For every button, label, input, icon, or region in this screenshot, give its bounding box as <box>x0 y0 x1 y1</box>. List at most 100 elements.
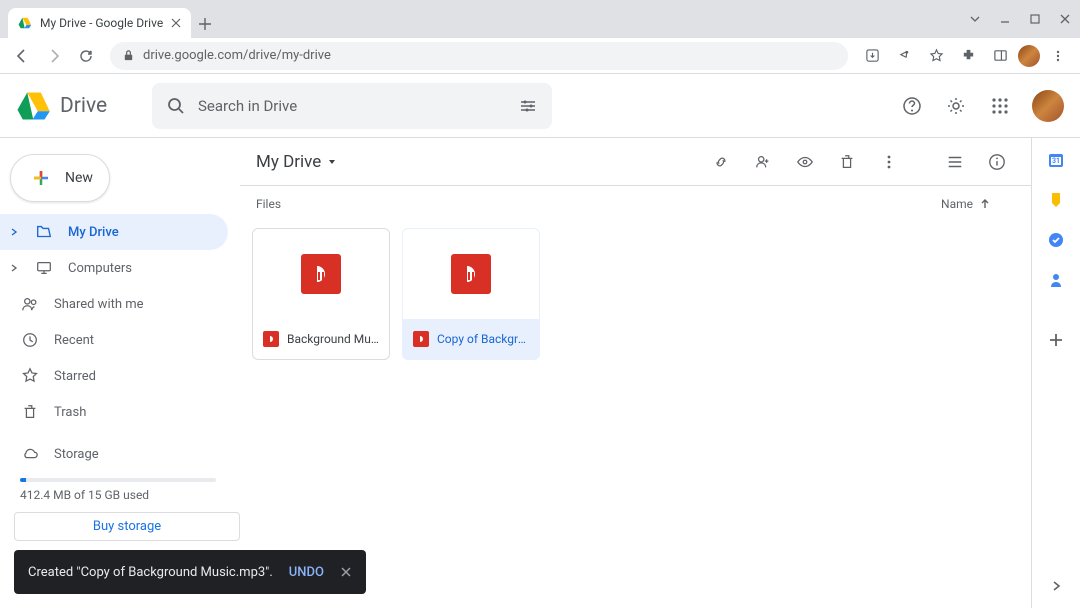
minimize-icon[interactable] <box>990 0 1020 38</box>
calendar-icon[interactable]: 31 <box>1046 150 1066 170</box>
bookmark-icon[interactable] <box>922 42 950 70</box>
plus-icon <box>29 166 53 190</box>
cloud-icon <box>20 444 40 464</box>
nav-label: My Drive <box>68 225 216 240</box>
toast: Created "Copy of Background Music.mp3". … <box>14 550 366 594</box>
back-button[interactable] <box>8 42 36 70</box>
contacts-icon[interactable] <box>1046 270 1066 290</box>
my-drive-icon <box>34 222 54 242</box>
maximize-icon[interactable] <box>1020 0 1050 38</box>
files-heading: Files <box>256 197 941 211</box>
nav-label: Starred <box>54 369 216 384</box>
toast-close-icon[interactable] <box>340 566 352 578</box>
drive-logo-icon <box>16 88 52 124</box>
files-grid: Background Music.mp3 Copy of Background … <box>240 222 1031 366</box>
drive-logo-area[interactable]: Drive <box>16 88 146 124</box>
get-link-icon[interactable] <box>703 144 739 180</box>
browser-profile-avatar[interactable] <box>1018 45 1040 67</box>
account-avatar[interactable] <box>1032 90 1064 122</box>
help-icon[interactable] <box>894 88 930 124</box>
forward-button[interactable] <box>40 42 68 70</box>
browser-address-bar: drive.google.com/drive/my-drive <box>0 38 1080 74</box>
sidebar-item-computers[interactable]: Computers <box>0 250 228 286</box>
lock-icon <box>122 49 135 62</box>
sidebar-item-shared[interactable]: Shared with me <box>0 286 228 322</box>
arrow-up-icon <box>979 198 991 210</box>
list-view-icon[interactable] <box>937 144 973 180</box>
search-options-icon[interactable] <box>518 96 538 116</box>
info-icon[interactable] <box>979 144 1015 180</box>
drive-header: Drive Search in Drive <box>0 74 1080 138</box>
sidebar-item-my-drive[interactable]: My Drive <box>0 214 228 250</box>
nav-label: Computers <box>68 261 216 276</box>
reload-button[interactable] <box>72 42 100 70</box>
chevron-right-icon[interactable] <box>8 227 20 237</box>
main-area: My Drive Files Name <box>240 138 1032 608</box>
toast-message: Created "Copy of Background Music.mp3". <box>28 565 273 580</box>
panel-icon[interactable] <box>986 42 1014 70</box>
sidebar-item-trash[interactable]: Trash <box>0 394 228 430</box>
delete-icon[interactable] <box>829 144 865 180</box>
more-actions-icon[interactable] <box>871 144 907 180</box>
share-person-icon[interactable] <box>745 144 781 180</box>
apps-icon[interactable] <box>982 88 1018 124</box>
file-preview <box>403 229 539 319</box>
share-icon[interactable] <box>890 42 918 70</box>
drive-product-name: Drive <box>60 94 107 118</box>
collapse-panel-icon[interactable] <box>1046 576 1066 596</box>
tab-close-icon[interactable] <box>171 18 181 28</box>
file-name: Background Music.mp3 <box>287 332 379 346</box>
chevron-right-icon[interactable] <box>8 263 20 273</box>
file-card[interactable]: Copy of Background Music.... <box>402 228 540 360</box>
keep-icon[interactable] <box>1046 190 1066 210</box>
new-button[interactable]: New <box>10 154 110 202</box>
add-panel-icon[interactable] <box>1046 330 1066 350</box>
file-name: Copy of Background Music.... <box>437 332 529 346</box>
audio-icon <box>451 254 491 294</box>
browser-menu-icon[interactable] <box>1044 42 1072 70</box>
browser-tab[interactable]: My Drive - Google Drive <box>8 8 191 38</box>
file-preview <box>253 229 389 319</box>
storage-bar <box>20 478 216 482</box>
nav-label: Recent <box>54 333 216 348</box>
search-icon <box>166 96 186 116</box>
search-bar[interactable]: Search in Drive <box>152 83 552 129</box>
install-icon[interactable] <box>858 42 886 70</box>
buy-storage-button[interactable]: Buy storage <box>14 512 240 541</box>
breadcrumb[interactable]: My Drive <box>256 152 337 172</box>
chevron-down-icon[interactable] <box>960 0 990 38</box>
extension-icon[interactable] <box>954 42 982 70</box>
nav-label: Trash <box>54 405 216 420</box>
new-tab-button[interactable] <box>191 10 219 38</box>
browser-tab-strip: My Drive - Google Drive <box>0 0 1080 38</box>
toast-undo-button[interactable]: UNDO <box>289 565 324 580</box>
preview-icon[interactable] <box>787 144 823 180</box>
settings-icon[interactable] <box>938 88 974 124</box>
url-bar[interactable]: drive.google.com/drive/my-drive <box>110 42 848 70</box>
tasks-icon[interactable] <box>1046 230 1066 250</box>
shared-icon <box>20 294 40 314</box>
file-card[interactable]: Background Music.mp3 <box>252 228 390 360</box>
audio-file-icon <box>263 331 279 347</box>
search-placeholder: Search in Drive <box>198 97 506 115</box>
tab-title: My Drive - Google Drive <box>40 16 163 30</box>
side-panel: 31 <box>1032 138 1080 608</box>
new-button-label: New <box>65 170 93 186</box>
sidebar: New My Drive Computers Shared with me Re… <box>0 138 240 608</box>
sidebar-item-starred[interactable]: Starred <box>0 358 228 394</box>
svg-text:31: 31 <box>1052 157 1060 165</box>
drive-favicon <box>18 16 32 30</box>
close-window-icon[interactable] <box>1050 0 1080 38</box>
storage-text: 412.4 MB of 15 GB used <box>20 488 240 502</box>
sidebar-item-storage[interactable]: Storage <box>0 436 228 472</box>
sidebar-item-recent[interactable]: Recent <box>0 322 228 358</box>
toolbar: My Drive <box>240 138 1031 186</box>
breadcrumb-label: My Drive <box>256 152 321 172</box>
star-icon <box>20 366 40 386</box>
audio-icon <box>301 254 341 294</box>
nav-label: Storage <box>54 447 216 462</box>
window-controls <box>960 0 1080 38</box>
chevron-down-icon <box>327 157 337 167</box>
sort-by-name[interactable]: Name <box>941 197 991 211</box>
computers-icon <box>34 258 54 278</box>
